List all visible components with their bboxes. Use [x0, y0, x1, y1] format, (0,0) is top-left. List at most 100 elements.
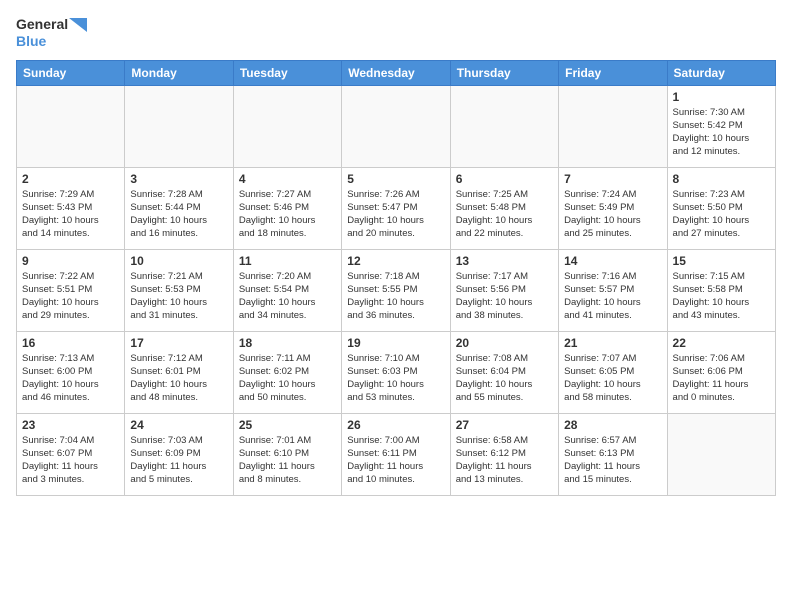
day-number: 27: [456, 418, 553, 432]
day-number: 12: [347, 254, 444, 268]
day-number: 22: [673, 336, 770, 350]
day-number: 19: [347, 336, 444, 350]
day-number: 20: [456, 336, 553, 350]
calendar-cell: 20 Sunrise: 7:08 AM Sunset: 6:04 PM Dayli…: [450, 331, 558, 413]
week-row-5: 23 Sunrise: 7:04 AM Sunset: 6:07 PM Dayli…: [17, 413, 776, 495]
calendar-cell: 22 Sunrise: 7:06 AM Sunset: 6:06 PM Dayli…: [667, 331, 775, 413]
weekday-header-row: SundayMondayTuesdayWednesdayThursdayFrid…: [17, 60, 776, 85]
day-number: 7: [564, 172, 661, 186]
calendar-cell: 25 Sunrise: 7:01 AM Sunset: 6:10 PM Dayli…: [233, 413, 341, 495]
weekday-header-monday: Monday: [125, 60, 233, 85]
calendar-cell: [125, 85, 233, 167]
day-info: Sunrise: 7:28 AM Sunset: 5:44 PM Dayligh…: [130, 188, 227, 241]
calendar-cell: 9 Sunrise: 7:22 AM Sunset: 5:51 PM Daylig…: [17, 249, 125, 331]
logo-text: General Blue: [16, 16, 87, 50]
page-header: General Blue: [16, 16, 776, 50]
day-info: Sunrise: 7:11 AM Sunset: 6:02 PM Dayligh…: [239, 352, 336, 405]
calendar-cell: 7 Sunrise: 7:24 AM Sunset: 5:49 PM Daylig…: [559, 167, 667, 249]
calendar-cell: 19 Sunrise: 7:10 AM Sunset: 6:03 PM Dayli…: [342, 331, 450, 413]
day-number: 2: [22, 172, 119, 186]
day-info: Sunrise: 7:12 AM Sunset: 6:01 PM Dayligh…: [130, 352, 227, 405]
calendar-cell: 23 Sunrise: 7:04 AM Sunset: 6:07 PM Dayli…: [17, 413, 125, 495]
week-row-4: 16 Sunrise: 7:13 AM Sunset: 6:00 PM Dayli…: [17, 331, 776, 413]
day-info: Sunrise: 7:26 AM Sunset: 5:47 PM Dayligh…: [347, 188, 444, 241]
calendar-cell: 24 Sunrise: 7:03 AM Sunset: 6:09 PM Dayli…: [125, 413, 233, 495]
day-info: Sunrise: 7:06 AM Sunset: 6:06 PM Dayligh…: [673, 352, 770, 405]
day-info: Sunrise: 7:30 AM Sunset: 5:42 PM Dayligh…: [673, 106, 770, 159]
day-number: 15: [673, 254, 770, 268]
calendar-cell: 6 Sunrise: 7:25 AM Sunset: 5:48 PM Daylig…: [450, 167, 558, 249]
calendar-cell: 10 Sunrise: 7:21 AM Sunset: 5:53 PM Dayli…: [125, 249, 233, 331]
calendar-cell: [342, 85, 450, 167]
day-info: Sunrise: 7:29 AM Sunset: 5:43 PM Dayligh…: [22, 188, 119, 241]
calendar-cell: 1 Sunrise: 7:30 AM Sunset: 5:42 PM Daylig…: [667, 85, 775, 167]
day-info: Sunrise: 7:03 AM Sunset: 6:09 PM Dayligh…: [130, 434, 227, 487]
day-number: 23: [22, 418, 119, 432]
calendar-cell: 4 Sunrise: 7:27 AM Sunset: 5:46 PM Daylig…: [233, 167, 341, 249]
day-info: Sunrise: 7:13 AM Sunset: 6:00 PM Dayligh…: [22, 352, 119, 405]
calendar-cell: 18 Sunrise: 7:11 AM Sunset: 6:02 PM Dayli…: [233, 331, 341, 413]
calendar-cell: [233, 85, 341, 167]
day-info: Sunrise: 7:16 AM Sunset: 5:57 PM Dayligh…: [564, 270, 661, 323]
day-info: Sunrise: 7:27 AM Sunset: 5:46 PM Dayligh…: [239, 188, 336, 241]
day-info: Sunrise: 6:57 AM Sunset: 6:13 PM Dayligh…: [564, 434, 661, 487]
calendar-cell: [667, 413, 775, 495]
day-info: Sunrise: 7:15 AM Sunset: 5:58 PM Dayligh…: [673, 270, 770, 323]
logo: General Blue: [16, 16, 87, 50]
calendar-cell: 27Sunrise: 6:58 AM Sunset: 6:12 PM Dayli…: [450, 413, 558, 495]
day-info: Sunrise: 7:24 AM Sunset: 5:49 PM Dayligh…: [564, 188, 661, 241]
day-info: Sunrise: 7:00 AM Sunset: 6:11 PM Dayligh…: [347, 434, 444, 487]
calendar-cell: 13 Sunrise: 7:17 AM Sunset: 5:56 PM Dayli…: [450, 249, 558, 331]
week-row-2: 2 Sunrise: 7:29 AM Sunset: 5:43 PM Daylig…: [17, 167, 776, 249]
day-number: 25: [239, 418, 336, 432]
calendar-cell: 15 Sunrise: 7:15 AM Sunset: 5:58 PM Dayli…: [667, 249, 775, 331]
day-number: 17: [130, 336, 227, 350]
day-number: 9: [22, 254, 119, 268]
day-number: 26: [347, 418, 444, 432]
day-number: 8: [673, 172, 770, 186]
calendar-cell: 28 Sunrise: 6:57 AM Sunset: 6:13 PM Dayli…: [559, 413, 667, 495]
day-info: Sunrise: 7:23 AM Sunset: 5:50 PM Dayligh…: [673, 188, 770, 241]
calendar-cell: 2 Sunrise: 7:29 AM Sunset: 5:43 PM Daylig…: [17, 167, 125, 249]
calendar-cell: [559, 85, 667, 167]
calendar-cell: 21Sunrise: 7:07 AM Sunset: 6:05 PM Dayli…: [559, 331, 667, 413]
day-number: 3: [130, 172, 227, 186]
day-info: Sunrise: 7:22 AM Sunset: 5:51 PM Dayligh…: [22, 270, 119, 323]
day-number: 21: [564, 336, 661, 350]
day-number: 10: [130, 254, 227, 268]
weekday-header-sunday: Sunday: [17, 60, 125, 85]
day-info: Sunrise: 7:17 AM Sunset: 5:56 PM Dayligh…: [456, 270, 553, 323]
day-info: Sunrise: 7:21 AM Sunset: 5:53 PM Dayligh…: [130, 270, 227, 323]
weekday-header-thursday: Thursday: [450, 60, 558, 85]
day-number: 13: [456, 254, 553, 268]
day-number: 28: [564, 418, 661, 432]
calendar-cell: 5 Sunrise: 7:26 AM Sunset: 5:47 PM Daylig…: [342, 167, 450, 249]
day-info: Sunrise: 7:01 AM Sunset: 6:10 PM Dayligh…: [239, 434, 336, 487]
calendar-cell: 3 Sunrise: 7:28 AM Sunset: 5:44 PM Daylig…: [125, 167, 233, 249]
day-number: 14: [564, 254, 661, 268]
day-number: 4: [239, 172, 336, 186]
calendar-cell: 16 Sunrise: 7:13 AM Sunset: 6:00 PM Dayli…: [17, 331, 125, 413]
day-number: 24: [130, 418, 227, 432]
day-number: 6: [456, 172, 553, 186]
calendar-cell: 8 Sunrise: 7:23 AM Sunset: 5:50 PM Daylig…: [667, 167, 775, 249]
day-info: Sunrise: 7:10 AM Sunset: 6:03 PM Dayligh…: [347, 352, 444, 405]
calendar-cell: [17, 85, 125, 167]
calendar-cell: 26 Sunrise: 7:00 AM Sunset: 6:11 PM Dayli…: [342, 413, 450, 495]
calendar-cell: 17 Sunrise: 7:12 AM Sunset: 6:01 PM Dayli…: [125, 331, 233, 413]
day-info: Sunrise: 7:08 AM Sunset: 6:04 PM Dayligh…: [456, 352, 553, 405]
day-number: 18: [239, 336, 336, 350]
calendar-table: SundayMondayTuesdayWednesdayThursdayFrid…: [16, 60, 776, 496]
day-info: Sunrise: 7:25 AM Sunset: 5:48 PM Dayligh…: [456, 188, 553, 241]
weekday-header-saturday: Saturday: [667, 60, 775, 85]
day-info: Sunrise: 7:04 AM Sunset: 6:07 PM Dayligh…: [22, 434, 119, 487]
day-number: 5: [347, 172, 444, 186]
week-row-1: 1 Sunrise: 7:30 AM Sunset: 5:42 PM Daylig…: [17, 85, 776, 167]
day-number: 11: [239, 254, 336, 268]
weekday-header-tuesday: Tuesday: [233, 60, 341, 85]
calendar-cell: 14 Sunrise: 7:16 AM Sunset: 5:57 PM Dayli…: [559, 249, 667, 331]
weekday-header-wednesday: Wednesday: [342, 60, 450, 85]
day-number: 16: [22, 336, 119, 350]
calendar-cell: 11Sunrise: 7:20 AM Sunset: 5:54 PM Dayli…: [233, 249, 341, 331]
day-number: 1: [673, 90, 770, 104]
